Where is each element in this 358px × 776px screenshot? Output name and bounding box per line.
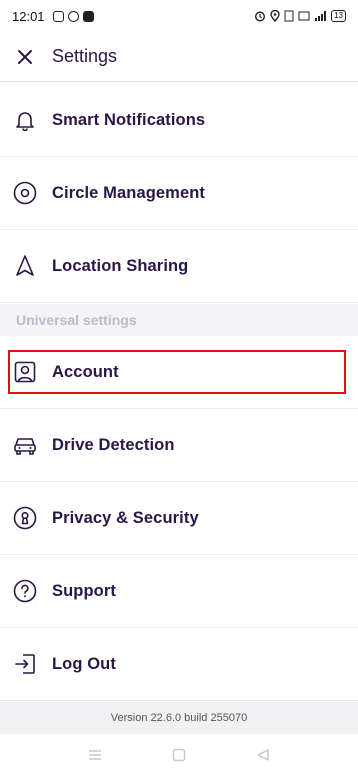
app-header: Settings xyxy=(0,32,358,82)
battery-icon: 13 xyxy=(331,10,346,22)
menu-item-smart-notifications[interactable]: Smart Notifications xyxy=(0,84,358,157)
user-portrait-icon xyxy=(13,360,37,384)
alarm-icon xyxy=(255,11,266,22)
menu-icon[interactable] xyxy=(88,749,102,761)
signal-icon xyxy=(315,11,327,21)
menu-item-privacy-security[interactable]: Privacy & Security xyxy=(0,482,358,555)
back-icon[interactable] xyxy=(256,748,270,762)
home-icon[interactable] xyxy=(172,748,186,762)
close-icon[interactable] xyxy=(16,48,34,66)
bell-icon xyxy=(13,108,37,132)
instagram-icon xyxy=(52,10,64,22)
menu-item-location-sharing[interactable]: Location Sharing xyxy=(0,230,358,303)
page-title: Settings xyxy=(52,46,118,66)
version-text: Version 22.6.0 build 255070 xyxy=(110,712,248,724)
menu-item-label: Support xyxy=(52,581,116,600)
status-bar: 12:01 13 xyxy=(0,0,358,32)
threads-icon xyxy=(67,10,79,22)
question-circle-icon xyxy=(13,579,37,603)
volte-icon xyxy=(284,10,294,22)
app-notification-icon xyxy=(82,10,94,22)
menu-item-label: Circle Management xyxy=(52,183,205,202)
system-nav-bar xyxy=(0,734,358,776)
menu-item-label: Drive Detection xyxy=(52,435,175,454)
status-right: 13 xyxy=(254,10,346,22)
notification-icons xyxy=(52,10,94,22)
menu-item-account[interactable]: Account xyxy=(0,336,358,409)
menu-item-drive-detection[interactable]: Drive Detection xyxy=(0,409,358,482)
circle-target-icon xyxy=(13,181,37,205)
menu-item-label: Log Out xyxy=(52,654,116,673)
keyhole-icon xyxy=(13,506,37,530)
menu-item-circle-management[interactable]: Circle Management xyxy=(0,157,358,230)
menu-item-label: Smart Notifications xyxy=(52,110,206,129)
menu-item-label: Privacy & Security xyxy=(52,508,199,527)
version-footer: Version 22.6.0 build 255070 xyxy=(0,702,358,734)
menu-item-support[interactable]: Support xyxy=(0,555,358,628)
network-4g-icon xyxy=(298,11,310,21)
navigation-arrow-icon xyxy=(13,254,37,278)
menu-item-label: Account xyxy=(52,362,119,381)
car-icon xyxy=(13,433,37,457)
menu-item-label: Location Sharing xyxy=(52,256,189,275)
logout-icon xyxy=(13,652,37,676)
section-header-universal: Universal settings xyxy=(0,304,358,336)
menu-item-log-out[interactable]: Log Out xyxy=(0,628,358,701)
location-icon xyxy=(270,10,280,22)
section-label: Universal settings xyxy=(16,312,137,328)
status-time: 12:01 xyxy=(12,8,45,24)
